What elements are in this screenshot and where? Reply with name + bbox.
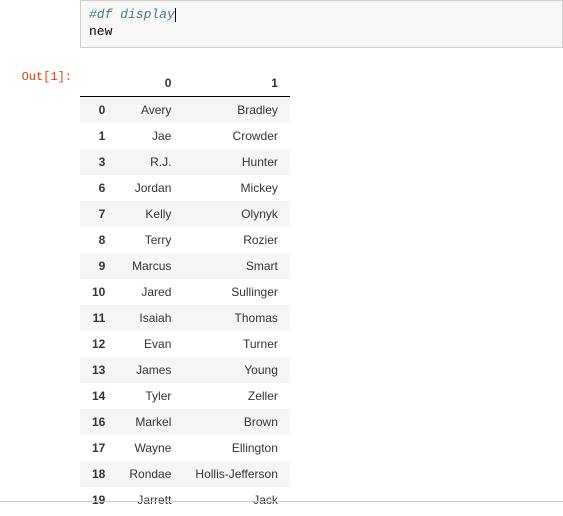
row-index: 10 [80,279,117,305]
table-row: 11IsaiahThomas [80,305,290,331]
cell-col0: Terry [117,227,183,253]
cell-col0: Markel [117,409,183,435]
code-comment: #df display [89,7,175,22]
cell-col0: Rondae [117,461,183,487]
table-row: 16MarkelBrown [80,409,290,435]
cell-col0: R.J. [117,149,183,175]
cell-col0: Kelly [117,201,183,227]
cell-col1: Olynyk [183,201,289,227]
row-index: 16 [80,409,117,435]
cell-col1: Mickey [183,175,289,201]
row-index: 17 [80,435,117,461]
table-row: 10JaredSullinger [80,279,290,305]
cell-col1: Young [183,357,289,383]
table-row: 0AveryBradley [80,96,290,123]
row-index: 9 [80,253,117,279]
table-row: 1JaeCrowder [80,123,290,149]
output-area: 0 1 0AveryBradley1JaeCrowder3R.J.Hunter6… [80,66,563,513]
row-index: 6 [80,175,117,201]
cell-col0: Jared [117,279,183,305]
cell-col0: James [117,357,183,383]
cell-col0: Tyler [117,383,183,409]
cell-col1: Jack [183,487,289,513]
cell-col1: Zeller [183,383,289,409]
cell-col1: Hollis-Jefferson [183,461,289,487]
text-cursor [175,8,176,22]
table-row: 13JamesYoung [80,357,290,383]
cell-col1: Bradley [183,96,289,123]
code-input-cell[interactable]: #df display new [80,0,563,48]
cell-col0: Marcus [117,253,183,279]
cell-col1: Sullinger [183,279,289,305]
table-row: 3R.J.Hunter [80,149,290,175]
row-index: 1 [80,123,117,149]
table-row: 17WayneEllington [80,435,290,461]
table-row: 14TylerZeller [80,383,290,409]
row-index: 3 [80,149,117,175]
table-body: 0AveryBradley1JaeCrowder3R.J.Hunter6Jord… [80,96,290,513]
horizontal-scroll-indicator [0,501,563,502]
cell-col0: Jarrett [117,487,183,513]
table-row: 9MarcusSmart [80,253,290,279]
cell-col0: Evan [117,331,183,357]
col-header-0: 0 [117,70,183,97]
row-index: 18 [80,461,117,487]
output-prompt: Out[1]: [0,66,80,84]
table-head: 0 1 [80,70,290,97]
table-row: 19JarrettJack [80,487,290,513]
cell-col1: Turner [183,331,289,357]
cell-col1: Ellington [183,435,289,461]
cell-col1: Rozier [183,227,289,253]
row-index: 12 [80,331,117,357]
cell-col0: Avery [117,96,183,123]
dataframe-table: 0 1 0AveryBradley1JaeCrowder3R.J.Hunter6… [80,70,290,513]
code-expression: new [89,24,554,41]
table-row: 12EvanTurner [80,331,290,357]
col-header-1: 1 [183,70,289,97]
row-index: 19 [80,487,117,513]
row-index: 11 [80,305,117,331]
table-row: 18RondaeHollis-Jefferson [80,461,290,487]
cell-col1: Thomas [183,305,289,331]
col-header-index [80,70,117,97]
cell-col1: Hunter [183,149,289,175]
cell-col0: Isaiah [117,305,183,331]
row-index: 7 [80,201,117,227]
row-index: 13 [80,357,117,383]
row-index: 0 [80,96,117,123]
cell-col0: Jordan [117,175,183,201]
table-row: 8TerryRozier [80,227,290,253]
cell-col1: Crowder [183,123,289,149]
table-row: 6JordanMickey [80,175,290,201]
row-index: 8 [80,227,117,253]
cell-col1: Brown [183,409,289,435]
cell-col0: Jae [117,123,183,149]
cell-col0: Wayne [117,435,183,461]
cell-col1: Smart [183,253,289,279]
row-index: 14 [80,383,117,409]
table-row: 7KellyOlynyk [80,201,290,227]
